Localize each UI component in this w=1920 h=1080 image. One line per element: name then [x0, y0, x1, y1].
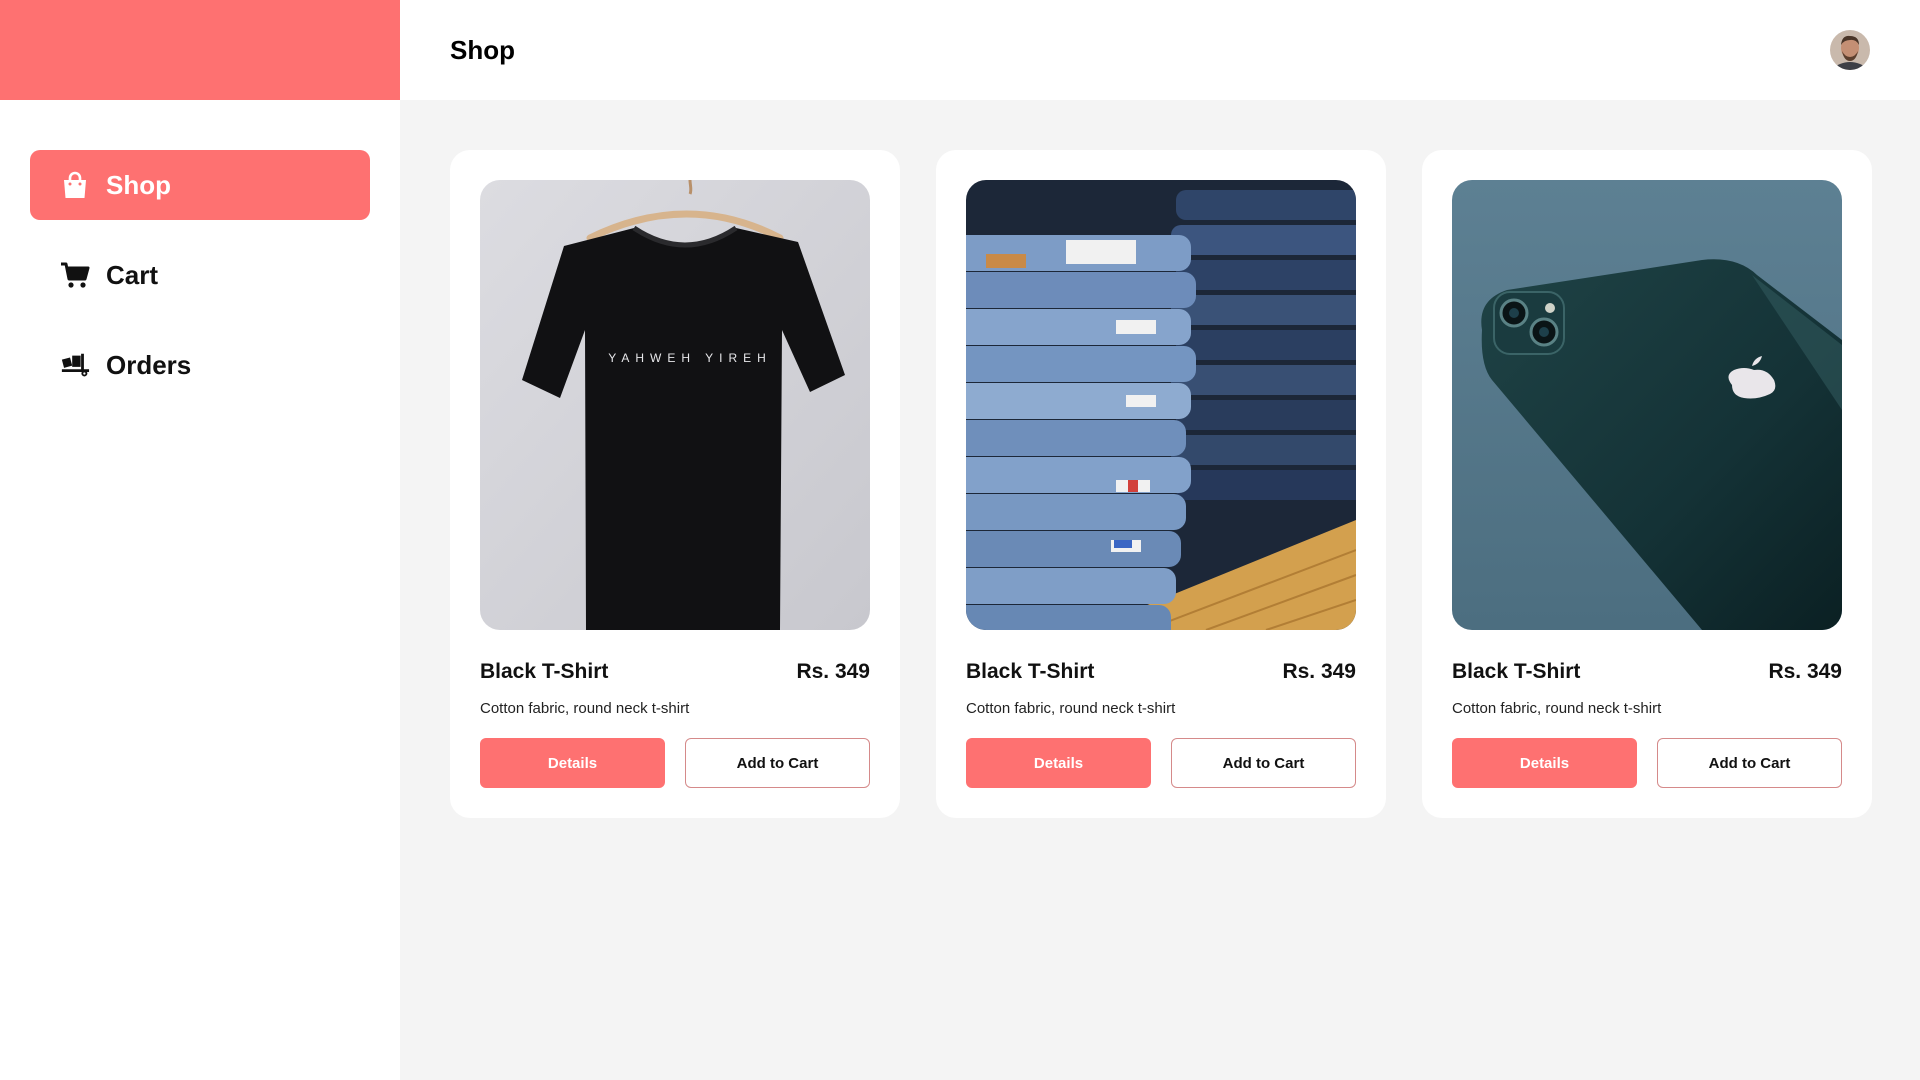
- product-name: Black T-Shirt: [1452, 660, 1581, 683]
- product-image[interactable]: [966, 180, 1356, 630]
- product-card: YAHWEH YIREH Black T-Shirt Rs. 349 Cotto…: [450, 150, 900, 818]
- add-to-cart-button[interactable]: Add to Cart: [1171, 738, 1356, 788]
- product-grid: YAHWEH YIREH Black T-Shirt Rs. 349 Cotto…: [450, 150, 1872, 818]
- sidebar: Shop Cart Orders: [0, 0, 400, 1080]
- details-button[interactable]: Details: [1452, 738, 1637, 788]
- sidebar-item-shop[interactable]: Shop: [30, 150, 370, 220]
- product-name: Black T-Shirt: [966, 660, 1095, 683]
- product-price: Rs. 349: [1768, 660, 1842, 683]
- add-to-cart-button[interactable]: Add to Cart: [1657, 738, 1842, 788]
- product-card: Black T-Shirt Rs. 349 Cotton fabric, rou…: [936, 150, 1386, 818]
- tshirt-print-text: YAHWEH YIREH: [608, 351, 772, 365]
- sidebar-item-orders[interactable]: Orders: [30, 330, 370, 400]
- sidebar-nav: Shop Cart Orders: [30, 150, 370, 420]
- product-price: Rs. 349: [1282, 660, 1356, 683]
- details-button[interactable]: Details: [966, 738, 1151, 788]
- product-description: Cotton fabric, round neck t-shirt: [480, 700, 690, 717]
- sidebar-item-cart[interactable]: Cart: [30, 240, 370, 310]
- product-description: Cotton fabric, round neck t-shirt: [966, 700, 1176, 717]
- shopping-cart-icon: [60, 260, 90, 290]
- user-avatar[interactable]: [1830, 30, 1870, 70]
- sidebar-item-label: Orders: [106, 349, 192, 380]
- shopping-bag-icon: [60, 170, 90, 200]
- product-image[interactable]: YAHWEH YIREH: [480, 180, 870, 630]
- add-to-cart-button[interactable]: Add to Cart: [685, 738, 870, 788]
- truck-loading-icon: [60, 350, 90, 380]
- product-price: Rs. 349: [796, 660, 870, 683]
- brand-bar: [0, 0, 400, 100]
- sidebar-item-label: Shop: [106, 169, 171, 200]
- product-description: Cotton fabric, round neck t-shirt: [1452, 700, 1662, 717]
- top-bar: Shop: [400, 0, 1920, 100]
- page-title: Shop: [450, 35, 515, 65]
- product-image[interactable]: [1452, 180, 1842, 630]
- sidebar-item-label: Cart: [106, 259, 159, 290]
- product-name: Black T-Shirt: [480, 660, 609, 683]
- product-card: Black T-Shirt Rs. 349 Cotton fabric, rou…: [1422, 150, 1872, 818]
- details-button[interactable]: Details: [480, 738, 665, 788]
